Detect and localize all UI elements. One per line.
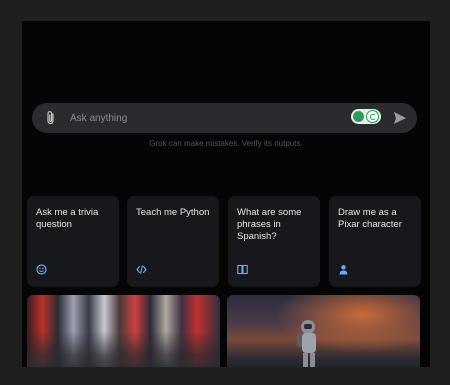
suggestion-card-python[interactable]: Teach me Python [127,196,219,287]
suggestion-card-pixar[interactable]: Draw me as a Pixar character [329,196,421,287]
person-icon [339,265,348,275]
suggestion-label: Ask me a trivia question [36,207,99,230]
astronaut-image-card[interactable] [227,295,420,367]
location-pin-icon [353,111,364,122]
astronaut-figure [297,320,316,367]
suggestion-label: Draw me as a Pixar character [338,207,402,230]
grok-app: Grok can make mistakes. Verify its outpu… [22,21,430,367]
paperclip-icon[interactable] [44,110,58,126]
suggestion-card-trivia[interactable]: Ask me a trivia question [27,196,119,287]
send-icon[interactable] [393,111,407,125]
ask-input[interactable] [70,109,350,127]
suggestion-label: Teach me Python [136,207,210,218]
grammarly-icon [366,110,379,123]
book-icon [237,264,248,275]
disclaimer-text: Grok can make mistakes. Verify its outpu… [149,139,303,148]
code-icon [136,265,147,274]
city-image-card[interactable] [27,295,220,367]
ask-bar [32,103,417,133]
smiley-icon [36,264,47,275]
suggestion-card-spanish[interactable]: What are some phrases in Spanish? [228,196,320,287]
extension-badge[interactable] [351,109,381,124]
suggestion-label: What are some phrases in Spanish? [237,207,302,242]
